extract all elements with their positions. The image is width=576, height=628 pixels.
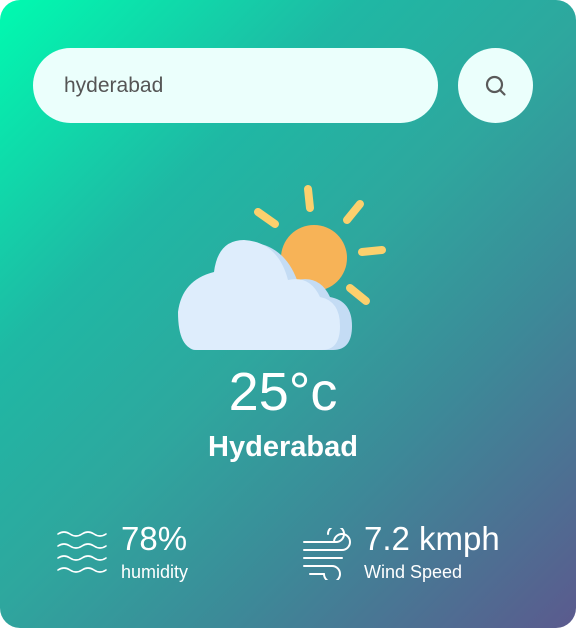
wind-icon [303,528,351,580]
search-icon [485,75,506,96]
humidity-detail: 78% humidity [56,520,276,590]
search-bar [33,48,533,123]
wind-speed-value: 7.2 kmph [364,520,500,557]
wind-detail: 7.2 kmph Wind Speed [302,520,532,590]
waves-icon [57,531,107,573]
search-button[interactable] [458,48,533,123]
humidity-label: humidity [121,562,189,582]
temperature: 25°c [228,362,338,422]
sun-behind-cloud-icon [178,185,386,350]
humidity-value: 78% [121,520,188,557]
weather-card: 25°c Hyderabad 78% humidity 7.2 kmph Win… [0,0,576,628]
search-input[interactable] [33,48,438,123]
city-name: Hyderabad [208,431,358,463]
wind-speed-label: Wind Speed [364,562,463,582]
